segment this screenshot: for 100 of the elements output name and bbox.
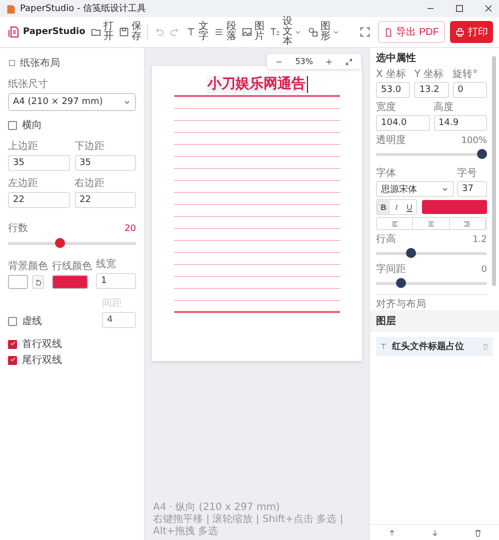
line-width-field[interactable]: 1 — [96, 273, 136, 289]
align-center-icon — [426, 220, 435, 228]
field-label: Y 坐标 — [414, 68, 445, 81]
text-box-button[interactable]: 设文本 — [270, 17, 302, 47]
panel-title: 选中属性 — [376, 52, 417, 65]
field-label: 字体 — [376, 166, 397, 180]
number-field[interactable]: 0 — [452, 82, 487, 98]
section-title: 对齐与布局 — [376, 298, 427, 310]
margin-field[interactable]: 35 — [74, 155, 136, 171]
lines-icon — [214, 27, 224, 37]
redo-icon — [170, 27, 180, 37]
color-swatch[interactable] — [8, 275, 28, 289]
align-left-button[interactable] — [377, 218, 414, 229]
layers-title: 图层 — [370, 310, 499, 332]
field-label: 横向 — [22, 118, 42, 132]
caret-icon — [441, 185, 449, 193]
zoom-in-icon[interactable] — [325, 58, 333, 66]
shapes-button[interactable]: 图形 — [308, 22, 340, 42]
move-up-icon[interactable] — [388, 528, 396, 536]
text-box-icon — [270, 27, 280, 37]
move-down-icon[interactable] — [430, 528, 438, 536]
align-right-icon — [463, 220, 472, 228]
maximize-icon[interactable] — [455, 4, 464, 13]
margin-field[interactable]: 35 — [8, 155, 70, 171]
shortcut-hints: 右键拖平移 | 滚轮缩放 | Shift+点击 多选 | Alt+拖拽 多选 — [153, 514, 344, 538]
field-label: 字号 — [457, 166, 478, 180]
field-label: 右边距 — [74, 176, 106, 190]
reset-icon — [34, 278, 42, 286]
margin-field[interactable]: 22 — [8, 192, 70, 208]
color-swatch[interactable] — [422, 200, 487, 214]
field-label: 行高 — [376, 232, 396, 246]
image-icon — [242, 27, 252, 37]
field-label: 透明度 — [376, 134, 406, 147]
field-label: 下边距 — [74, 140, 106, 153]
number-field[interactable]: 104.0 — [376, 115, 430, 131]
number-field[interactable]: 14.9 — [434, 115, 487, 131]
fullscreen-icon — [360, 27, 370, 37]
field-label: 虚线 — [22, 314, 42, 328]
app-icon — [6, 4, 16, 14]
file-icon — [384, 28, 394, 36]
field-label: 旋转° — [452, 68, 479, 81]
align-left-icon — [390, 220, 399, 228]
text-icon — [380, 343, 387, 350]
fullscreen-button[interactable] — [360, 27, 370, 37]
field-label: 尾行双线 — [22, 354, 62, 367]
field-label: 宽度 — [376, 100, 397, 114]
slider-thumb[interactable] — [406, 248, 416, 258]
printer-icon — [455, 27, 465, 37]
undo-icon — [154, 27, 164, 37]
font-select[interactable]: 思源宋体 — [376, 181, 454, 197]
slider-thumb[interactable] — [396, 278, 406, 288]
checkbox[interactable] — [8, 316, 17, 326]
slider-value: 0 — [481, 264, 487, 274]
field-label: 背景颜色 — [8, 260, 48, 273]
fit-icon[interactable] — [345, 58, 353, 66]
field-label: 行数 — [8, 222, 28, 235]
field-label: 高度 — [434, 100, 454, 114]
zoom-level: 53% — [295, 57, 313, 66]
checkbox[interactable] — [8, 340, 17, 348]
margin-field[interactable]: 22 — [74, 192, 136, 208]
shapes-icon — [308, 27, 318, 37]
text-icon — [186, 27, 196, 37]
field-label: 字间距 — [376, 262, 406, 276]
delete-icon[interactable] — [474, 528, 482, 536]
scrollbar[interactable] — [492, 56, 496, 286]
font-size-field[interactable]: 37 — [457, 181, 487, 197]
save-icon — [119, 27, 130, 37]
slider-value: 1.2 — [472, 234, 487, 244]
style-toggle[interactable]: B — [377, 200, 390, 214]
paper-size-select[interactable]: A4 (210 × 297 mm) — [8, 93, 136, 111]
slider-value: 100% — [461, 136, 487, 146]
slider-thumb[interactable] — [477, 149, 487, 159]
print-button[interactable]: 打印 — [450, 21, 493, 43]
square-icon — [8, 59, 16, 67]
reset-button[interactable] — [32, 275, 44, 289]
paper-title[interactable]: 小刀娱乐网通告 — [206, 76, 308, 93]
image-button[interactable]: 图片 — [242, 22, 264, 42]
save-button[interactable]: 保存 — [119, 22, 142, 42]
checkbox[interactable] — [8, 120, 17, 130]
document-icon — [8, 26, 20, 38]
export-pdf-button[interactable]: 导出 PDF — [378, 21, 445, 43]
number-field[interactable]: 53.0 — [376, 82, 410, 98]
checkbox[interactable] — [8, 356, 17, 364]
field-label: X 坐标 — [376, 68, 408, 81]
field-label: 线宽 — [96, 258, 117, 271]
page-info: A4 · 纵向 (210 x 297 mm) — [153, 502, 280, 514]
window-title: PaperStudio - 信笺纸设计工具 — [20, 2, 148, 15]
field-label: 纸张尺寸 — [8, 78, 49, 91]
slider-thumb[interactable] — [55, 238, 66, 248]
folder-button[interactable]: 打开 — [91, 22, 114, 42]
field-label: 上边距 — [8, 140, 39, 153]
app-name: PaperStudio — [23, 27, 86, 37]
color-swatch[interactable] — [52, 275, 88, 289]
number-field[interactable]: 13.2 — [414, 82, 449, 98]
layer-item[interactable]: 红头文件标题占位 — [376, 337, 493, 356]
lines-button[interactable]: 段落 — [214, 22, 236, 42]
caret-icon — [123, 98, 131, 106]
text-button[interactable]: 文字 — [186, 22, 208, 42]
field-label: 首行双线 — [22, 338, 62, 351]
close-icon[interactable] — [484, 4, 493, 13]
